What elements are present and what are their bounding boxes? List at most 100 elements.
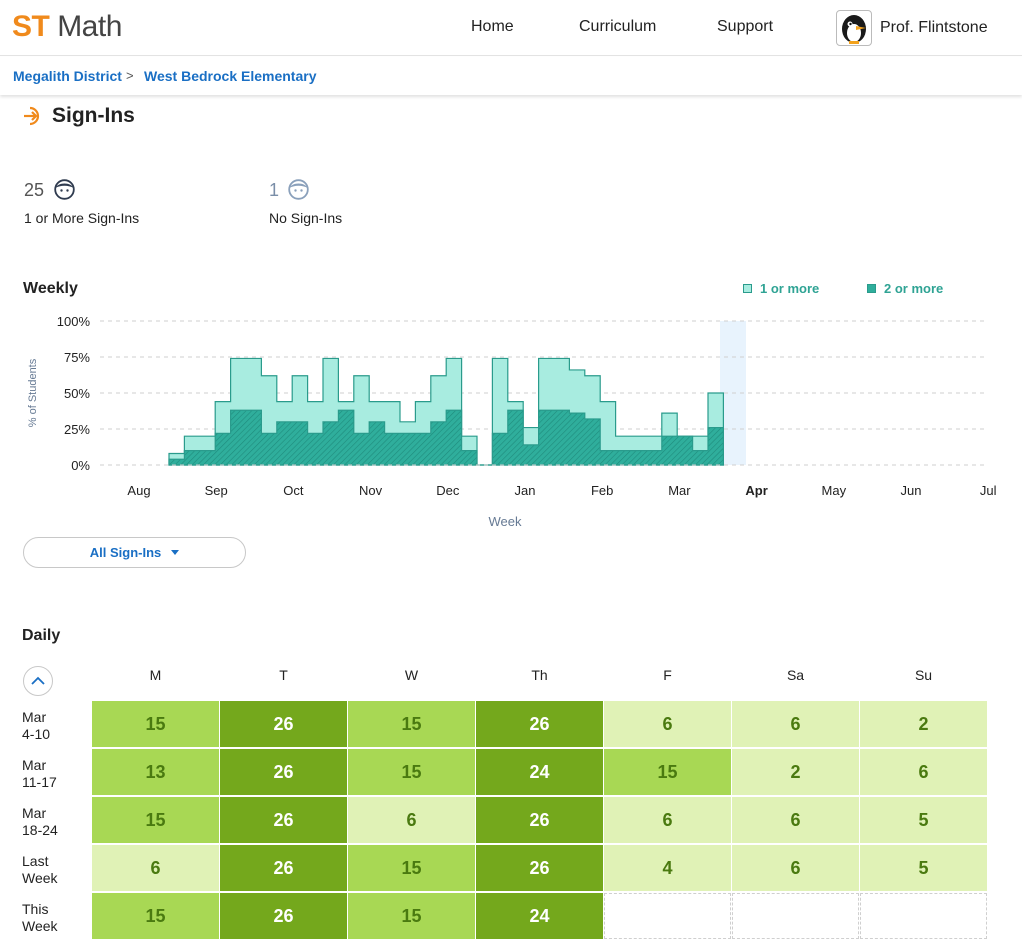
day-header: Sa xyxy=(786,667,805,683)
top-bar: ST Math Home Curriculum Support Prof. Fl… xyxy=(0,0,1022,56)
week-row-label-line: 4-10 xyxy=(22,726,51,742)
daily-cell[interactable]: 6 xyxy=(732,845,859,891)
stat-label: No Sign-Ins xyxy=(269,210,343,226)
daily-cell[interactable]: 6 xyxy=(860,749,987,795)
daily-cell[interactable]: 6 xyxy=(92,845,219,891)
daily-cell xyxy=(860,893,987,939)
daily-cell[interactable]: 26 xyxy=(220,797,347,843)
week-row-label-line: 11-17 xyxy=(22,774,57,790)
legend-one-or-more[interactable]: 1 or more xyxy=(743,281,819,296)
daily-cell[interactable]: 15 xyxy=(348,749,475,795)
y-tick-label: 75% xyxy=(64,350,90,365)
week-row-label-line: This xyxy=(22,901,49,917)
daily-heading: Daily xyxy=(22,627,61,644)
week-row-label-line: Mar xyxy=(22,805,47,821)
x-tick-label: Jan xyxy=(515,483,536,498)
daily-cell[interactable]: 15 xyxy=(92,797,219,843)
week-row-label: Mar 11-17 xyxy=(22,757,82,791)
day-header: Th xyxy=(531,667,548,683)
page-title: Sign-Ins xyxy=(52,104,135,127)
daily-cell[interactable]: 26 xyxy=(220,701,347,747)
week-row-label-line: Week xyxy=(22,870,58,886)
nav-home[interactable]: Home xyxy=(471,18,514,36)
daily-cell[interactable]: 26 xyxy=(476,845,603,891)
breadcrumb: Megalith District > West Bedrock Element… xyxy=(0,57,1022,95)
daily-cell[interactable]: 5 xyxy=(860,845,987,891)
day-header: Su xyxy=(914,667,933,683)
daily-cell[interactable]: 13 xyxy=(92,749,219,795)
daily-cell[interactable]: 26 xyxy=(220,749,347,795)
daily-cell[interactable]: 15 xyxy=(348,845,475,891)
week-row-label-line: Week xyxy=(22,918,58,934)
day-header: F xyxy=(663,667,672,683)
nav-curriculum[interactable]: Curriculum xyxy=(579,18,656,36)
x-tick-label: May xyxy=(822,483,847,498)
student-face-icon xyxy=(288,179,309,205)
daily-cell[interactable]: 6 xyxy=(604,701,731,747)
x-tick-label: Sep xyxy=(205,483,228,498)
daily-cell[interactable]: 6 xyxy=(732,701,859,747)
breadcrumb-school[interactable]: West Bedrock Elementary xyxy=(144,68,316,84)
daily-cell[interactable]: 26 xyxy=(476,797,603,843)
legend-swatch xyxy=(743,284,752,293)
st-math-logo[interactable]: ST Math xyxy=(12,10,122,44)
week-row-label: Last Week xyxy=(22,853,82,887)
daily-cell[interactable]: 2 xyxy=(860,701,987,747)
daily-cell xyxy=(604,893,731,939)
daily-cell[interactable]: 15 xyxy=(92,893,219,939)
day-header: T xyxy=(279,667,288,683)
daily-cell[interactable]: 6 xyxy=(732,797,859,843)
week-row-label-line: Mar xyxy=(22,709,47,725)
collapse-button[interactable] xyxy=(23,666,53,696)
daily-cell[interactable]: 4 xyxy=(604,845,731,891)
day-header: M xyxy=(149,667,162,683)
student-face-icon xyxy=(54,179,75,205)
daily-cell xyxy=(732,893,859,939)
breadcrumb-district[interactable]: Megalith District xyxy=(13,68,122,84)
daily-cell[interactable]: 15 xyxy=(604,749,731,795)
caret-down-icon xyxy=(171,550,180,555)
week-row-label: Mar 4-10 xyxy=(22,709,82,743)
x-tick-label: Mar xyxy=(668,483,691,498)
y-tick-label: 100% xyxy=(57,314,91,329)
week-row-label: This Week xyxy=(22,901,82,935)
stat-value: 25 xyxy=(24,180,45,200)
x-tick-label: Oct xyxy=(283,483,304,498)
daily-cell[interactable]: 6 xyxy=(348,797,475,843)
nav-support[interactable]: Support xyxy=(717,18,773,36)
week-row-label-line: 18-24 xyxy=(22,822,58,838)
daily-cell[interactable]: 6 xyxy=(604,797,731,843)
daily-cell[interactable]: 15 xyxy=(348,701,475,747)
daily-cell[interactable]: 24 xyxy=(476,749,603,795)
breadcrumb-separator: > xyxy=(126,68,134,83)
legend-two-or-more[interactable]: 2 or more xyxy=(867,281,943,296)
weekly-heading: Weekly xyxy=(23,280,78,297)
daily-cell[interactable]: 26 xyxy=(220,893,347,939)
x-axis-label: Week xyxy=(489,514,522,529)
sign-in-icon xyxy=(22,105,44,132)
week-row-label: Mar 18-24 xyxy=(22,805,82,839)
user-name: Prof. Flintstone xyxy=(880,19,988,36)
x-tick-label: Apr xyxy=(745,483,767,498)
penguin-avatar-icon xyxy=(836,10,872,46)
y-tick-label: 25% xyxy=(64,422,90,437)
week-row-label-line: Last xyxy=(22,853,49,869)
stat-value: 1 xyxy=(269,180,280,200)
user-menu[interactable]: Prof. Flintstone xyxy=(836,10,988,46)
chevron-up-icon xyxy=(31,676,45,685)
week-row-label-line: Mar xyxy=(22,757,47,773)
daily-cell[interactable]: 26 xyxy=(476,701,603,747)
x-tick-label: Jul xyxy=(980,483,997,498)
sign-ins-filter-dropdown[interactable]: All Sign-Ins xyxy=(23,537,246,568)
daily-cell[interactable]: 5 xyxy=(860,797,987,843)
x-tick-label: Feb xyxy=(591,483,613,498)
daily-cell[interactable]: 15 xyxy=(92,701,219,747)
daily-cell[interactable]: 2 xyxy=(732,749,859,795)
x-tick-label: Nov xyxy=(359,483,383,498)
daily-cell[interactable]: 24 xyxy=(476,893,603,939)
daily-cell[interactable]: 26 xyxy=(220,845,347,891)
x-tick-label: Aug xyxy=(127,483,150,498)
daily-cell[interactable]: 15 xyxy=(348,893,475,939)
y-tick-label: 0% xyxy=(71,458,90,473)
x-tick-label: Jun xyxy=(901,483,922,498)
